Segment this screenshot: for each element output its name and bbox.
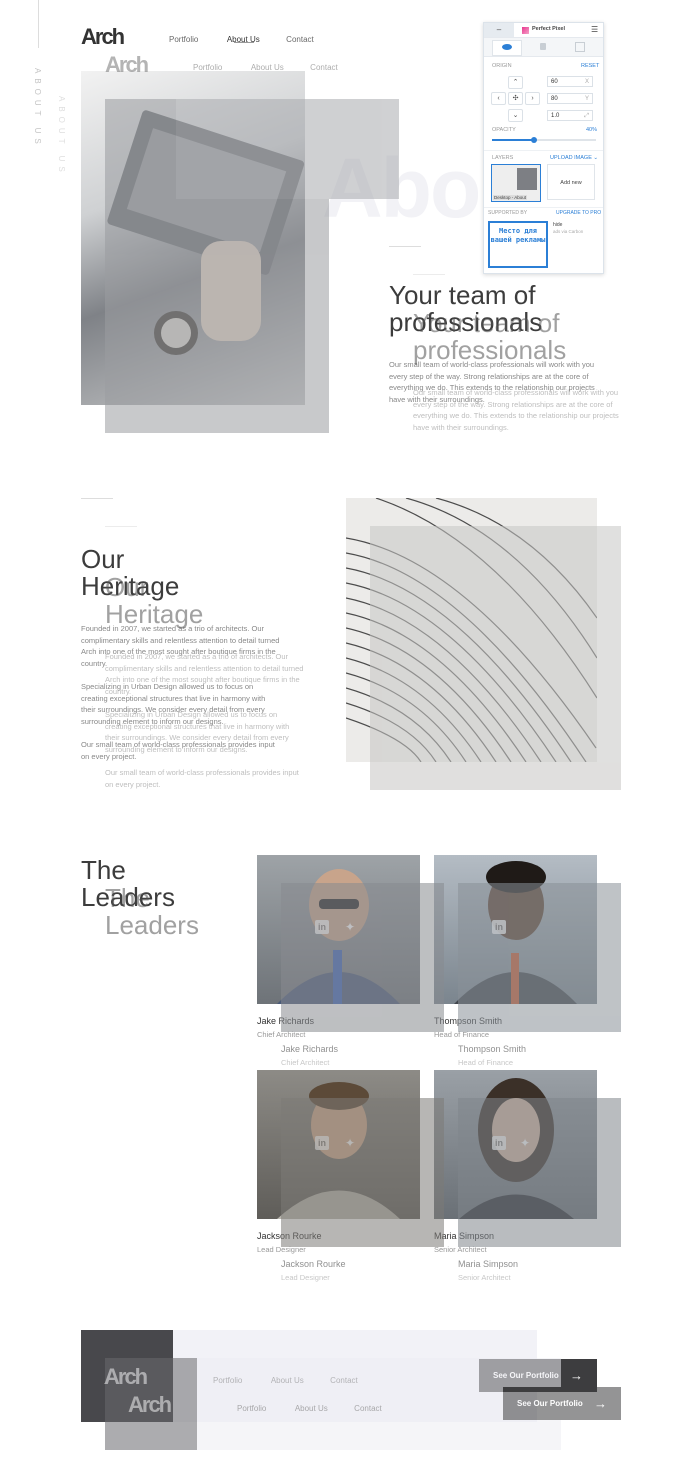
overlay-heritage-title: Our Heritage bbox=[105, 574, 203, 628]
overlay-leader-role: Chief Architect bbox=[281, 1058, 330, 1067]
overlay-leader-role: Lead Designer bbox=[281, 1273, 330, 1282]
overlay-nav-about-us: About Us bbox=[250, 63, 284, 72]
pp-origin-label: ORIGIN bbox=[492, 63, 512, 69]
overlay-hero-title-line2: professionals bbox=[413, 335, 567, 365]
overlay-building-photo bbox=[370, 526, 621, 790]
overlay-heritage-para1: Founded in 2007, we started as a trio of… bbox=[105, 652, 304, 696]
pp-collapse-button[interactable]: – bbox=[484, 23, 514, 37]
overlay-leader-name: Thompson Smith bbox=[458, 1044, 527, 1054]
tab-visibility[interactable] bbox=[492, 40, 522, 56]
overlay-footer-about: About Us bbox=[294, 1404, 328, 1413]
eye-icon bbox=[502, 44, 512, 50]
overlay-footer-nav: Portfolio About Us Contact bbox=[237, 1398, 382, 1416]
add-new-layer-button[interactable]: Add new bbox=[547, 164, 595, 200]
overlay-leader-role: Senior Architect bbox=[458, 1273, 511, 1282]
overlay-side-label: ABOUT US bbox=[57, 96, 66, 177]
pp-divider bbox=[484, 207, 603, 208]
layer-thumbnail[interactable]: Desktop - About bbox=[491, 164, 541, 202]
overlay-nav-contact: Contact bbox=[310, 63, 338, 72]
overlay-leaders-line1: The bbox=[105, 883, 150, 913]
lock-icon[interactable] bbox=[540, 43, 546, 50]
overlay-arrow-right-icon: → bbox=[594, 1396, 607, 1411]
overlay-heritage-para3: Our small team of world-class profession… bbox=[105, 768, 299, 789]
overlay-see-portfolio-button: See Our Portfolio → bbox=[503, 1387, 621, 1420]
center-button[interactable]: ✣ bbox=[508, 92, 523, 105]
pp-supported-label: SUPPORTED BY bbox=[488, 210, 528, 216]
overlay-heritage-line2: Heritage bbox=[105, 599, 204, 629]
image-icon[interactable] bbox=[575, 42, 585, 52]
scale-input[interactable]: 1.0 ⤢ bbox=[547, 110, 593, 121]
pp-opacity-label: OPACITY bbox=[492, 127, 516, 133]
overlay-leader-photo bbox=[458, 883, 621, 1032]
overlay-leader-name: Jackson Rourke bbox=[281, 1259, 346, 1269]
overlay-footer-logo: Arch bbox=[128, 1392, 172, 1417]
overlay-leader-photo bbox=[458, 1098, 621, 1247]
y-unit: Y bbox=[584, 96, 589, 102]
overlay-heritage-para2: Specializing in Urban Design allowed us … bbox=[105, 710, 290, 754]
overlay-footer-contact: Contact bbox=[354, 1404, 382, 1413]
overlay-hero-block bbox=[176, 99, 399, 199]
x-input[interactable]: 60 X bbox=[547, 76, 593, 87]
overlay-leader-role: Head of Finance bbox=[458, 1058, 514, 1067]
opacity-slider-handle[interactable] bbox=[530, 137, 537, 143]
pp-upgrade-link[interactable]: UPGRADE TO PRO bbox=[556, 210, 601, 216]
overlay-leaders-line2: Leaders bbox=[105, 910, 199, 940]
overlay-leaders-title: The Leaders bbox=[105, 885, 199, 939]
overlay-heritage-divider bbox=[105, 526, 137, 527]
overlay-leader-name: Jake Richards bbox=[281, 1044, 339, 1054]
overlay-hero-title: Your team of professionals bbox=[413, 310, 566, 364]
ad-text: Место для вашей рекламы bbox=[490, 227, 546, 244]
scale-value: 1.0 bbox=[551, 113, 560, 119]
overlay-footer-portfolio: Portfolio bbox=[237, 1404, 267, 1413]
overlay-nav: Portfolio About Us Contact bbox=[193, 57, 338, 75]
pp-tabs bbox=[484, 38, 603, 57]
x-unit: X bbox=[584, 79, 589, 85]
pp-brand: Perfect Pixel bbox=[532, 26, 566, 32]
overlay-nav-portfolio: Portfolio bbox=[193, 63, 223, 72]
upload-label: UPLOAD IMAGE bbox=[550, 155, 592, 161]
overlay-logo: Arch bbox=[105, 52, 149, 77]
overlay-hero-title-line1: Your team of bbox=[413, 308, 560, 338]
ad-via-label: ads via Carbon bbox=[553, 229, 584, 234]
pp-upload-button[interactable]: UPLOAD IMAGE ⌄ bbox=[550, 155, 598, 161]
y-value: 80 bbox=[551, 96, 558, 102]
resize-icon: ⤢ bbox=[584, 113, 589, 119]
y-input[interactable]: 80 Y bbox=[547, 93, 593, 104]
pp-layers-label: LAYERS bbox=[492, 155, 514, 161]
overlay-footer-logo-block: Arch bbox=[105, 1358, 197, 1450]
pp-reset-button[interactable]: RESET bbox=[581, 63, 599, 69]
arrow-left-button[interactable]: ‹ bbox=[491, 92, 506, 105]
x-value: 60 bbox=[551, 79, 558, 85]
overlay-leader-name: Maria Simpson bbox=[458, 1259, 519, 1269]
arrow-up-button[interactable]: ⌃ bbox=[508, 76, 523, 89]
overlay-see-portfolio-label: See Our Portfolio bbox=[517, 1399, 583, 1408]
overlay-leader-photo bbox=[281, 1098, 444, 1247]
overlay-hero-body: Our small team of world-class profession… bbox=[413, 388, 619, 432]
arrow-right-button[interactable]: › bbox=[525, 92, 540, 105]
ad-hide-link[interactable]: hide bbox=[553, 222, 562, 228]
overlay-hero-divider bbox=[413, 274, 445, 275]
pp-opacity-value: 40% bbox=[586, 127, 598, 133]
opacity-slider-fill bbox=[492, 139, 534, 141]
overlay-heritage-line1: Our bbox=[105, 572, 149, 602]
overlay-leader-photo bbox=[281, 883, 444, 1032]
pp-divider bbox=[484, 150, 603, 151]
ad-banner[interactable]: Место для вашей рекламы bbox=[488, 221, 548, 268]
perfect-pixel-panel: – Perfect Pixel ☰ ORIGIN RESET ⌃ ‹ ✣ › ⌄… bbox=[483, 22, 604, 274]
hamburger-menu-icon[interactable]: ☰ bbox=[591, 25, 598, 34]
arrow-down-button[interactable]: ⌄ bbox=[508, 109, 523, 122]
layer-thumbnail-label: Desktop - About bbox=[493, 195, 528, 200]
layer-thumbnail-preview bbox=[517, 168, 537, 190]
pp-logo-icon bbox=[522, 27, 529, 34]
opacity-slider-track[interactable] bbox=[492, 137, 596, 143]
pp-header: – Perfect Pixel ☰ bbox=[484, 23, 603, 38]
chevron-down-icon: ⌄ bbox=[593, 155, 599, 161]
